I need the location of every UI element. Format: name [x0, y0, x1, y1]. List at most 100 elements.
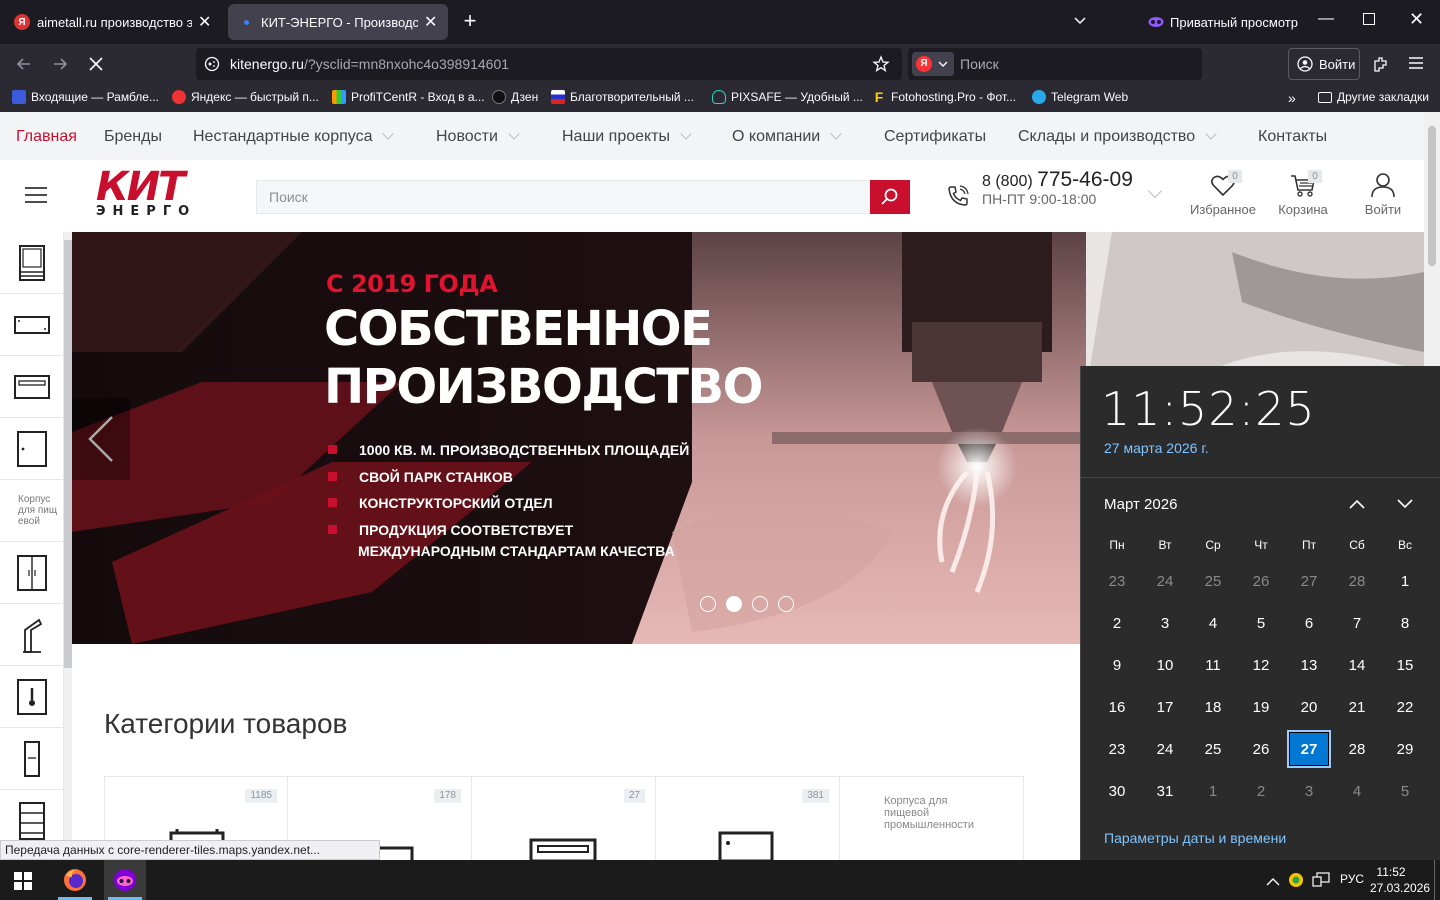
- phone-dropdown-chevron-icon[interactable]: [1147, 183, 1163, 199]
- nav-item-news[interactable]: Новости: [436, 128, 520, 146]
- nav-item-about[interactable]: О компании: [732, 128, 842, 146]
- sidebar-scrollbar[interactable]: [64, 232, 72, 860]
- calendar-day[interactable]: 17: [1143, 688, 1187, 726]
- bookmark-star-icon[interactable]: [872, 55, 890, 73]
- calendar-day[interactable]: 15: [1383, 646, 1427, 684]
- calendar-day[interactable]: 23: [1095, 562, 1139, 600]
- sidebar-item-console[interactable]: [0, 604, 64, 666]
- nav-item-brands[interactable]: Бренды: [104, 128, 162, 146]
- calendar-day[interactable]: 19: [1239, 688, 1283, 726]
- calendar-day[interactable]: 24: [1143, 730, 1187, 768]
- sidebar-scroll-thumb[interactable]: [64, 240, 72, 668]
- carousel-prev-button[interactable]: [72, 398, 130, 480]
- bookmark-item[interactable]: ProfiTCentR - Вход в а...: [332, 90, 485, 104]
- calendar-day[interactable]: 25: [1191, 562, 1235, 600]
- calendar-day[interactable]: 5: [1239, 604, 1283, 642]
- bookmark-item[interactable]: Дзен: [492, 90, 538, 104]
- bookmark-item[interactable]: PIXSAFE — Удобный ...: [712, 90, 863, 104]
- calendar-day[interactable]: 1: [1383, 562, 1427, 600]
- site-logo[interactable]: КИТ ЭНЕРГО: [96, 164, 222, 222]
- calendar-day[interactable]: 20: [1287, 688, 1331, 726]
- calendar-day[interactable]: 12: [1239, 646, 1283, 684]
- calendar-day[interactable]: 6: [1287, 604, 1331, 642]
- network-icon[interactable]: [1312, 872, 1330, 888]
- search-bar[interactable]: Я Поиск: [908, 48, 1202, 80]
- catalog-menu-icon[interactable]: [24, 187, 48, 203]
- sidebar-item-double-door[interactable]: [0, 542, 64, 604]
- nav-item-projects[interactable]: Наши проекты: [562, 128, 692, 146]
- carousel-dot-3[interactable]: [752, 596, 768, 612]
- close-window-button[interactable]: ✕: [1409, 9, 1424, 30]
- calendar-day[interactable]: 10: [1143, 646, 1187, 684]
- calendar-day[interactable]: 31: [1143, 772, 1187, 810]
- nav-item-warehouses[interactable]: Склады и производство: [1018, 128, 1217, 146]
- taskbar-firefox[interactable]: [54, 860, 96, 900]
- nav-item-certificates[interactable]: Сертификаты: [884, 128, 986, 146]
- carousel-dot-2[interactable]: [726, 596, 742, 612]
- favorites-button[interactable]: 0 Избранное: [1190, 170, 1256, 226]
- calendar-day[interactable]: 8: [1383, 604, 1427, 642]
- back-icon[interactable]: [14, 54, 34, 74]
- sidebar-item-food-cases[interactable]: Корпус для пищевой: [0, 480, 64, 542]
- bookmark-item[interactable]: Telegram Web: [1032, 90, 1128, 104]
- nav-item-custom-cases[interactable]: Нестандартные корпуса: [193, 128, 395, 146]
- category-card[interactable]: 27: [472, 776, 656, 860]
- date-time-settings-link[interactable]: Параметры даты и времени: [1104, 830, 1286, 846]
- calendar-day[interactable]: 27: [1287, 562, 1331, 600]
- extensions-icon[interactable]: [1372, 55, 1390, 73]
- calendar-day[interactable]: 28: [1335, 562, 1379, 600]
- calendar-day[interactable]: 22: [1383, 688, 1427, 726]
- minimize-button[interactable]: —: [1318, 10, 1334, 28]
- tray-app-icon[interactable]: [1288, 872, 1304, 888]
- tab-kitenergo[interactable]: КИТ-ЭНЕРГО - Производство э ✕: [228, 4, 448, 40]
- calendar-day[interactable]: 2: [1095, 604, 1139, 642]
- calendar-day[interactable]: 5: [1383, 772, 1427, 810]
- bookmark-item[interactable]: Благотворительный ...: [551, 90, 694, 104]
- calendar-day[interactable]: 29: [1383, 730, 1427, 768]
- next-month-chevron-icon[interactable]: [1395, 496, 1415, 512]
- calendar-day[interactable]: 26: [1239, 562, 1283, 600]
- calendar-day[interactable]: 14: [1335, 646, 1379, 684]
- calendar-day[interactable]: 7: [1335, 604, 1379, 642]
- site-search-field[interactable]: Поиск: [256, 180, 910, 214]
- menu-hamburger-icon[interactable]: [1408, 56, 1424, 70]
- nav-item-home[interactable]: Главная: [16, 128, 77, 146]
- site-search-button[interactable]: [870, 180, 910, 214]
- page-scroll-thumb[interactable]: [1428, 126, 1436, 266]
- bookmark-item[interactable]: F Fotohosting.Pro - Фот...: [872, 90, 1016, 104]
- search-engine-selector[interactable]: Я: [912, 52, 954, 76]
- list-tabs-chevron-icon[interactable]: [1072, 12, 1088, 28]
- bookmark-item[interactable]: Яндекс — быстрый п...: [172, 90, 319, 104]
- calendar-day[interactable]: 16: [1095, 688, 1139, 726]
- windows-start-icon[interactable]: [14, 872, 32, 890]
- calendar-day[interactable]: 2: [1239, 772, 1283, 810]
- category-card[interactable]: Корпуса для пищевой промышленности: [840, 776, 1024, 860]
- site-info-icon[interactable]: [204, 56, 220, 72]
- carousel-dot-4[interactable]: [778, 596, 794, 612]
- prev-month-chevron-icon[interactable]: [1347, 496, 1367, 512]
- calendar-day[interactable]: 3: [1143, 604, 1187, 642]
- taskbar-clock[interactable]: 11:52 27.03.2026: [1370, 864, 1430, 896]
- calendar-day[interactable]: 28: [1335, 730, 1379, 768]
- taskbar-firefox-private[interactable]: [104, 860, 146, 900]
- calendar-day[interactable]: 3: [1287, 772, 1331, 810]
- stop-loading-icon[interactable]: [86, 54, 106, 74]
- clock-date-link[interactable]: 27 марта 2026 г.: [1104, 440, 1209, 456]
- calendar-day[interactable]: 18: [1191, 688, 1235, 726]
- bookmark-item[interactable]: Входящие — Рамбле...: [12, 90, 159, 104]
- calendar-day[interactable]: 9: [1095, 646, 1139, 684]
- calendar-day[interactable]: 30: [1095, 772, 1139, 810]
- account-login-button[interactable]: Войти: [1288, 48, 1360, 80]
- calendar-day[interactable]: 24: [1143, 562, 1187, 600]
- tray-chevron-up-icon[interactable]: [1266, 874, 1280, 886]
- close-tab-icon[interactable]: ✕: [198, 12, 212, 32]
- calendar-day[interactable]: 4: [1335, 772, 1379, 810]
- calendar-month-label[interactable]: Март 2026: [1104, 496, 1177, 513]
- calendar-day[interactable]: 26: [1239, 730, 1283, 768]
- calendar-day[interactable]: 13: [1287, 646, 1331, 684]
- carousel-dot-1[interactable]: [700, 596, 716, 612]
- calendar-day[interactable]: 25: [1191, 730, 1235, 768]
- phone-number[interactable]: 8 (800) 775-46-09: [982, 168, 1133, 192]
- url-bar[interactable]: kitenergo.ru/?ysclid=mn8nxohc4o398914601: [196, 48, 902, 80]
- new-tab-button[interactable]: +: [458, 10, 482, 34]
